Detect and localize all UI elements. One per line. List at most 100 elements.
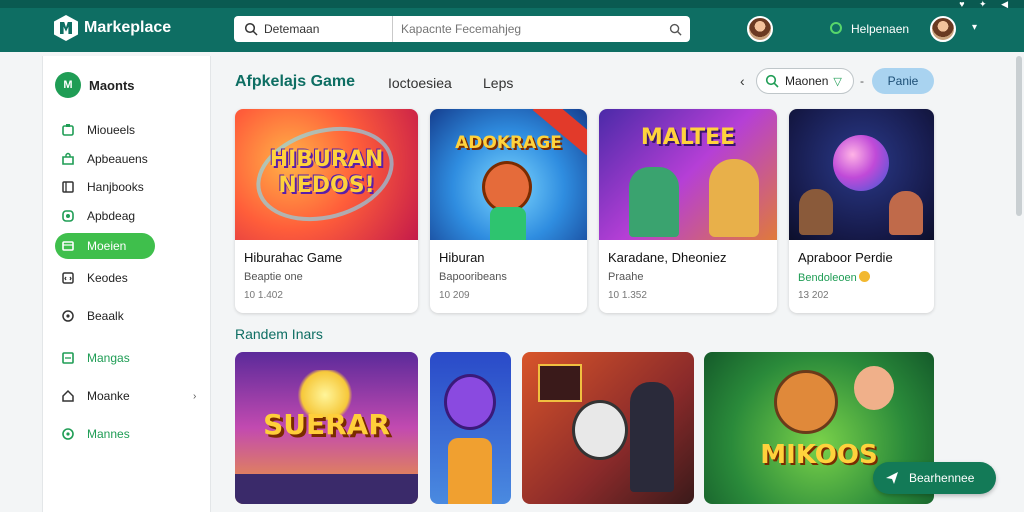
system-strip (0, 0, 1024, 8)
category-icon: M (55, 72, 81, 98)
planet-orb (833, 135, 889, 191)
character-right (889, 191, 923, 235)
character-head (774, 370, 838, 434)
sidebar-item-label: Mangas (87, 351, 130, 365)
card-subtitle: Bapooribeans (439, 271, 507, 283)
game-cover-image: ADOKRAGE (430, 109, 587, 240)
character-right (709, 159, 759, 237)
card-title: Hiburahac Game (244, 250, 343, 265)
card-meta: 10 209 (439, 290, 470, 301)
search-button[interactable] (660, 16, 690, 42)
sidebar-item-mangas[interactable]: Mangas (55, 345, 155, 371)
panda-head (572, 400, 628, 460)
sidebar-item-label: Beaalk (87, 309, 124, 323)
character-head (444, 374, 496, 430)
floating-action-button[interactable]: Bearhennee (873, 462, 996, 494)
page-title: Afpkelajs Game (235, 73, 356, 90)
bag-icon (62, 152, 74, 165)
game-card[interactable]: MALTEE Karadane, Dheoniez Praahe 10 1.35… (599, 109, 777, 313)
chevron-right-icon: › (193, 390, 197, 402)
tab-ioctoesiea[interactable]: Ioctoesiea (388, 75, 452, 91)
character-left (799, 189, 833, 235)
character-right (630, 382, 674, 492)
online-status-icon (830, 22, 842, 34)
game-card[interactable]: HIBURAN NEDOS! Hiburahac Game Beaptie on… (235, 109, 418, 313)
system-icons: ♥ ✦ ◀ (959, 0, 1014, 9)
scrollbar[interactable] (1016, 56, 1022, 216)
search-category[interactable]: Detemaan (258, 16, 393, 42)
search-icon (669, 23, 682, 36)
circle-icon (62, 428, 74, 440)
panie-button[interactable]: Panie (872, 68, 934, 94)
sidebar-item-label: Keodes (87, 271, 128, 285)
filter-pill[interactable]: Maonen ▽ (756, 68, 854, 94)
character-body (490, 207, 526, 240)
city-ground (235, 474, 418, 504)
circle-icon (62, 310, 74, 322)
search-icon (244, 22, 258, 36)
tab-leps[interactable]: Leps (483, 75, 513, 91)
sidebar-item-apbeauens[interactable]: Apbeauens (55, 146, 155, 172)
search-icon (765, 74, 779, 88)
coin-icon (858, 271, 870, 282)
sidebar-item-label: Mioueels (87, 123, 136, 137)
sidebar-item-moanke[interactable]: Moanke › (55, 383, 196, 409)
sidebar-item-keodes[interactable]: Keodes (55, 265, 155, 291)
sidebar-header[interactable]: M Maonts (55, 72, 135, 98)
chevron-down-icon[interactable]: ▾ (972, 22, 977, 33)
marketplace-logo-icon[interactable] (54, 15, 78, 41)
sidebar-item-label: Moeien (87, 239, 127, 253)
game-tile[interactable] (522, 352, 694, 504)
chevron-left-icon[interactable]: ‹ (740, 73, 745, 89)
filter-icon: ▽ (833, 75, 842, 88)
cover-text: MALTEE (640, 125, 736, 150)
username[interactable]: Helpenaen (851, 22, 909, 36)
game-cover-image (789, 109, 934, 240)
game-cover-image: HIBURAN NEDOS! (235, 109, 418, 240)
avatar[interactable] (747, 16, 773, 42)
code-icon (62, 272, 74, 284)
card-meta: 13 202 (798, 290, 829, 301)
sidebar-item-beaalk[interactable]: Beaalk (55, 303, 155, 329)
fab-label: Bearhennee (909, 471, 975, 485)
sidebar-item-label: Moanke (87, 389, 130, 403)
game-card[interactable]: Apraboor Perdie Bendoleoen 13 202 (789, 109, 934, 313)
card-title: Karadane, Dheoniez (608, 250, 727, 265)
movie-icon (62, 241, 74, 251)
search-bar[interactable]: Detemaan (234, 16, 690, 42)
game-tile[interactable] (430, 352, 511, 504)
filter-label: Maonen (785, 74, 829, 88)
card-meta: 10 1.402 (244, 290, 283, 301)
character-left (629, 167, 679, 237)
sidebar-item-moeien[interactable]: Moeien (55, 233, 155, 259)
game-tile[interactable]: SUERAR (235, 352, 418, 504)
game-cover-image: MALTEE (599, 109, 777, 240)
sidebar-item-mioueels[interactable]: Mioueels (55, 117, 155, 143)
brand-name: Markeplace (84, 19, 172, 36)
card-subtitle-text: Bendoleoen (798, 272, 857, 284)
profile-avatar[interactable] (930, 16, 956, 42)
game-card[interactable]: ADOKRAGE Hiburan Bapooribeans 10 209 (430, 109, 587, 313)
sidebar: M Maonts Mioueels Apbeauens Hanjbooks Ap… (42, 56, 211, 512)
card-title: Apraboor Perdie (798, 250, 893, 265)
character-right (854, 366, 894, 410)
cart-icon (62, 124, 74, 136)
search-input[interactable] (393, 22, 660, 36)
sidebar-item-mannes[interactable]: Mannes (55, 421, 155, 447)
card-subtitle: Bendoleoen (798, 271, 870, 284)
sidebar-item-apbdeag[interactable]: Apbdeag (55, 203, 155, 229)
sidebar-item-label: Hanjbooks (87, 180, 144, 194)
card-subtitle: Beaptie one (244, 271, 303, 283)
sidebar-item-label: Apbdeag (87, 209, 136, 223)
book-icon (62, 352, 74, 364)
app-icon (62, 210, 74, 222)
book-icon (62, 181, 74, 193)
character-head (482, 161, 532, 213)
card-title: Hiburan (439, 250, 485, 265)
sidebar-title: Maonts (89, 77, 135, 93)
sidebar-item-label: Mannes (87, 427, 130, 441)
sidebar-item-hanjbooks[interactable]: Hanjbooks (55, 174, 155, 200)
cover-text: SUERAR (263, 408, 390, 441)
character-body (448, 438, 492, 504)
top-bar: ♥ ✦ ◀ Markeplace Detemaan Helpenaen ▾ (0, 0, 1024, 52)
